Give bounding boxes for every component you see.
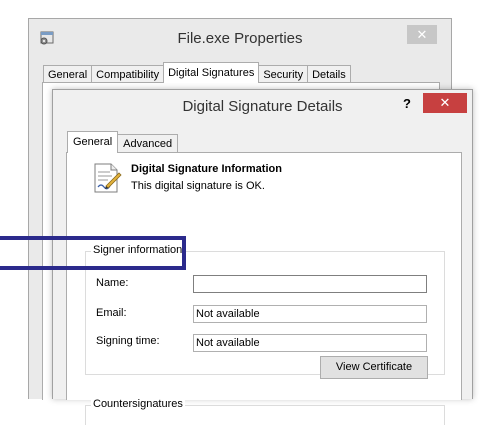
help-button[interactable]: ? [397,94,417,114]
signature-status-text: This digital signature is OK. [131,180,265,192]
digital-signature-details-dialog: Digital Signature Details ? ✕ General Ad… [52,89,473,425]
tab-digital-signatures[interactable]: Digital Signatures [163,62,260,83]
signer-group-label: Signer information [91,244,185,256]
properties-tabs: General Compatibility Digital Signatures… [43,62,351,83]
tab-general[interactable]: General [67,131,119,153]
dialog-tabs: General Advanced [67,131,179,153]
tab-details[interactable]: Details [307,65,351,83]
signing-time-field[interactable]: Not available [193,334,427,352]
dialog-tab-pane: Digital Signature Information This digit… [66,152,462,425]
close-button[interactable]: ✕ [407,25,437,44]
dialog-close-button[interactable]: ✕ [423,93,467,113]
window-title: File.exe Properties [177,30,303,47]
countersignatures-label: Countersignatures [91,398,185,410]
tab-compatibility[interactable]: Compatibility [91,65,165,83]
signing-time-label: Signing time: [96,335,160,347]
certificate-document-icon [94,163,122,193]
signature-info-heading: Digital Signature Information [131,163,282,175]
name-field[interactable] [193,275,427,293]
tab-advanced[interactable]: Advanced [117,134,179,153]
tab-security[interactable]: Security [258,65,309,83]
email-label: Email: [96,307,127,319]
view-certificate-button[interactable]: View Certificate [320,356,428,379]
tab-general[interactable]: General [43,65,93,83]
email-field[interactable]: Not available [193,305,427,323]
name-label: Name: [96,277,129,289]
